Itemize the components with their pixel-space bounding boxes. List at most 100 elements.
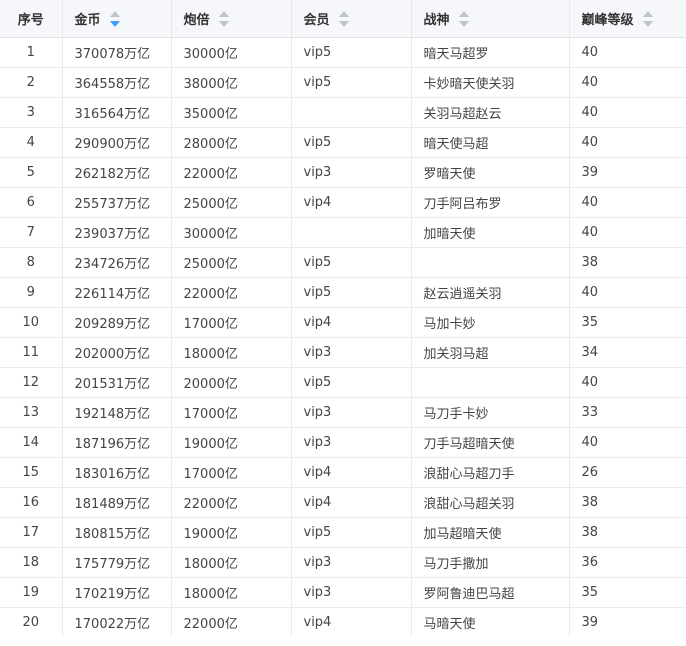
sort-ascending-icon[interactable]	[219, 11, 230, 18]
cell-peak-level: 40	[569, 187, 686, 218]
column-header-multiplier[interactable]: 炮倍	[171, 0, 292, 38]
cell-peak-level: 40	[569, 217, 686, 248]
table-row[interactable]: 10 209289万亿 17000亿 vip4 马加卡妙 35	[0, 307, 686, 338]
cell-index: 4	[0, 127, 63, 158]
cell-index: 13	[0, 397, 63, 428]
cell-gold: 255737万亿	[62, 187, 172, 218]
cell-member: vip5	[291, 517, 412, 548]
cell-warrior: 马刀手撒加	[411, 547, 570, 578]
cell-index: 19	[0, 577, 63, 608]
cell-peak-level: 40	[569, 97, 686, 128]
sort-caret-icon[interactable]	[219, 11, 230, 28]
column-header-label: 金币	[74, 12, 101, 28]
table-row[interactable]: 12 201531万亿 20000亿 vip5 40	[0, 367, 686, 398]
cell-peak-level: 40	[569, 67, 686, 98]
cell-multiplier: 28000亿	[171, 127, 292, 158]
table-row[interactable]: 8 234726万亿 25000亿 vip5 38	[0, 247, 686, 278]
cell-warrior: 暗天使马超	[411, 127, 570, 158]
cell-gold: 187196万亿	[62, 427, 172, 458]
cell-member: vip4	[291, 457, 412, 488]
cell-multiplier: 22000亿	[171, 277, 292, 308]
table-row[interactable]: 6 255737万亿 25000亿 vip4 刀手阿吕布罗 40	[0, 187, 686, 218]
sort-caret-icon[interactable]	[643, 11, 654, 28]
cell-multiplier: 17000亿	[171, 307, 292, 338]
sort-descending-icon[interactable]	[643, 21, 654, 28]
cell-gold: 370078万亿	[62, 37, 172, 68]
table-row[interactable]: 20 170022万亿 22000亿 vip4 马暗天使 39	[0, 607, 686, 637]
cell-index: 12	[0, 367, 63, 398]
cell-multiplier: 18000亿	[171, 547, 292, 578]
table-row[interactable]: 15 183016万亿 17000亿 vip4 浪甜心马超刀手 26	[0, 457, 686, 488]
table-row[interactable]: 5 262182万亿 22000亿 vip3 罗暗天使 39	[0, 157, 686, 188]
table-row[interactable]: 18 175779万亿 18000亿 vip3 马刀手撒加 36	[0, 547, 686, 578]
cell-multiplier: 18000亿	[171, 577, 292, 608]
cell-member: vip5	[291, 127, 412, 158]
cell-peak-level: 39	[569, 157, 686, 188]
cell-member: vip3	[291, 547, 412, 578]
sort-descending-icon[interactable]	[459, 21, 470, 28]
sort-ascending-icon[interactable]	[339, 11, 350, 18]
cell-peak-level: 40	[569, 367, 686, 398]
sort-ascending-icon[interactable]	[110, 11, 121, 18]
column-header-warrior[interactable]: 战神	[411, 0, 570, 38]
cell-warrior: 赵云逍遥关羽	[411, 277, 570, 308]
table-row[interactable]: 16 181489万亿 22000亿 vip4 浪甜心马超关羽 38	[0, 487, 686, 518]
table-row[interactable]: 3 316564万亿 35000亿 关羽马超赵云 40	[0, 97, 686, 128]
cell-multiplier: 25000亿	[171, 187, 292, 218]
cell-multiplier: 38000亿	[171, 67, 292, 98]
column-header-gold[interactable]: 金币	[62, 0, 172, 38]
cell-gold: 226114万亿	[62, 277, 172, 308]
table-row[interactable]: 2 364558万亿 38000亿 vip5 卡妙暗天使关羽 40	[0, 67, 686, 98]
cell-gold: 316564万亿	[62, 97, 172, 128]
table-row[interactable]: 9 226114万亿 22000亿 vip5 赵云逍遥关羽 40	[0, 277, 686, 308]
cell-peak-level: 34	[569, 337, 686, 368]
cell-warrior: 浪甜心马超刀手	[411, 457, 570, 488]
column-header-peak-level[interactable]: 巅峰等级	[569, 0, 686, 38]
cell-warrior: 加暗天使	[411, 217, 570, 248]
table-row[interactable]: 17 180815万亿 19000亿 vip5 加马超暗天使 38	[0, 517, 686, 548]
cell-warrior: 加关羽马超	[411, 337, 570, 368]
cell-gold: 180815万亿	[62, 517, 172, 548]
table-row[interactable]: 4 290900万亿 28000亿 vip5 暗天使马超 40	[0, 127, 686, 158]
table-row[interactable]: 14 187196万亿 19000亿 vip3 刀手马超暗天使 40	[0, 427, 686, 458]
cell-warrior: 卡妙暗天使关羽	[411, 67, 570, 98]
cell-index: 11	[0, 337, 63, 368]
cell-multiplier: 19000亿	[171, 427, 292, 458]
cell-member: vip4	[291, 607, 412, 637]
sort-ascending-icon[interactable]	[643, 11, 654, 18]
sort-ascending-icon[interactable]	[459, 11, 470, 18]
cell-member: vip3	[291, 577, 412, 608]
cell-warrior: 马加卡妙	[411, 307, 570, 338]
cell-gold: 183016万亿	[62, 457, 172, 488]
sort-caret-icon[interactable]	[110, 11, 121, 28]
cell-warrior	[411, 367, 570, 398]
cell-multiplier: 19000亿	[171, 517, 292, 548]
sort-caret-icon[interactable]	[459, 11, 470, 28]
cell-peak-level: 26	[569, 457, 686, 488]
cell-multiplier: 22000亿	[171, 487, 292, 518]
cell-index: 8	[0, 247, 63, 278]
cell-multiplier: 18000亿	[171, 337, 292, 368]
table-row[interactable]: 13 192148万亿 17000亿 vip3 马刀手卡妙 33	[0, 397, 686, 428]
cell-peak-level: 38	[569, 247, 686, 278]
sort-descending-icon[interactable]	[339, 21, 350, 28]
sort-descending-icon[interactable]	[110, 21, 121, 28]
table-row[interactable]: 19 170219万亿 18000亿 vip3 罗阿鲁迪巴马超 35	[0, 577, 686, 608]
cell-peak-level: 36	[569, 547, 686, 578]
table-row[interactable]: 7 239037万亿 30000亿 加暗天使 40	[0, 217, 686, 248]
cell-peak-level: 40	[569, 127, 686, 158]
cell-index: 14	[0, 427, 63, 458]
cell-warrior: 罗暗天使	[411, 157, 570, 188]
cell-index: 6	[0, 187, 63, 218]
cell-multiplier: 25000亿	[171, 247, 292, 278]
cell-peak-level: 38	[569, 517, 686, 548]
table-row[interactable]: 11 202000万亿 18000亿 vip3 加关羽马超 34	[0, 337, 686, 368]
sort-descending-icon[interactable]	[219, 21, 230, 28]
cell-member: vip5	[291, 247, 412, 278]
cell-gold: 262182万亿	[62, 157, 172, 188]
sort-caret-icon[interactable]	[339, 11, 350, 28]
table-row[interactable]: 1 370078万亿 30000亿 vip5 暗天马超罗 40	[0, 37, 686, 68]
cell-peak-level: 40	[569, 427, 686, 458]
cell-member: vip5	[291, 67, 412, 98]
column-header-member[interactable]: 会员	[291, 0, 412, 38]
